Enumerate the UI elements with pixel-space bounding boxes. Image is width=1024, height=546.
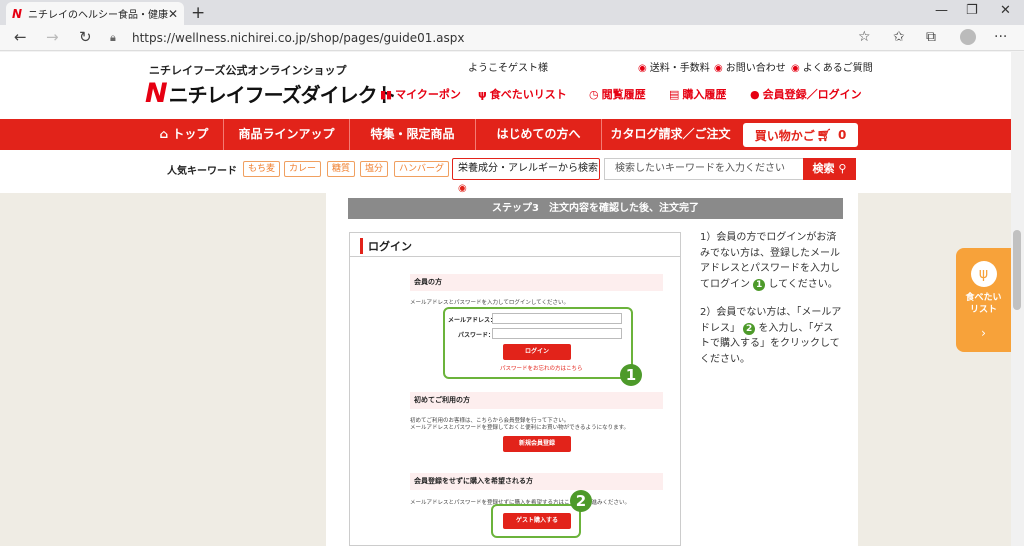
allergy-search-link[interactable]: 栄養成分・アレルギーから検索 ◉ xyxy=(452,158,600,194)
email-field[interactable] xyxy=(492,313,622,324)
favicon-icon: N xyxy=(12,6,23,21)
wishlist-side-button[interactable]: ψ 食べたい リスト › xyxy=(956,248,1011,352)
collections-icon[interactable]: ⧉ xyxy=(926,29,936,45)
nav-catalog-order[interactable]: カタログ請求／ご注文 xyxy=(601,119,739,150)
divider xyxy=(350,256,680,257)
cart-button[interactable]: 買い物かご 🛒︎ 0 xyxy=(743,123,858,147)
cart-count: 0 xyxy=(837,128,847,142)
minimize-icon[interactable]: — xyxy=(935,3,948,18)
logo-mark: N xyxy=(145,78,168,109)
shipping-link[interactable]: ◉ 送料・手数料 xyxy=(638,59,710,74)
profile-avatar-icon[interactable] xyxy=(960,29,976,45)
chevron-right-icon: › xyxy=(981,326,986,340)
forgot-password-link[interactable]: パスワードをお忘れの方はこちら xyxy=(500,364,583,372)
badge-1: 1 xyxy=(620,364,642,386)
nav-special-features[interactable]: 特集・限定商品 xyxy=(349,119,475,150)
nav-first-time[interactable]: はじめての方へ xyxy=(475,119,601,150)
search-icon: ⚲ xyxy=(834,162,847,175)
instruction-2: 2）会員でない方は、「メールアドレス」 2 を入力し、「ゲストで購入する」をクリ… xyxy=(700,307,842,365)
mini-badge-2: 2 xyxy=(743,322,756,335)
browser-tab[interactable]: N ニチレイのヘルシー食品・健康管理食 ✕ xyxy=(6,2,184,25)
person-icon: ● xyxy=(750,88,760,101)
refresh-icon[interactable]: ↻ xyxy=(79,28,92,46)
mini-badge-1: 1 xyxy=(753,278,766,291)
guest-purchase-button[interactable]: ゲスト購入する xyxy=(503,513,571,529)
popular-keywords-label: 人気キーワード xyxy=(167,166,237,177)
keyword-tag[interactable]: もち麦 xyxy=(243,161,281,177)
new-tab-icon[interactable]: + xyxy=(191,3,205,23)
home-icon: ⌂ xyxy=(159,127,173,141)
favorite-star-icon[interactable]: ☆ xyxy=(858,29,871,45)
register-button[interactable]: 新規会員登録 xyxy=(503,436,571,452)
maximize-icon[interactable]: ❐ xyxy=(966,3,978,18)
favorites-icon[interactable]: ✩ xyxy=(893,29,905,45)
first-time-desc-2: メールアドレスとパスワードを登録しておくと便利にお買い物ができるようになります。 xyxy=(410,425,630,431)
more-menu-icon[interactable]: ··· xyxy=(994,29,1007,45)
cart-icon: 🛒︎ xyxy=(816,128,832,142)
coupon-icon: ▮▮ xyxy=(380,88,393,101)
guest-heading: 会員登録をせずに購入を希望される方 xyxy=(410,473,663,490)
close-tab-icon[interactable]: ✕ xyxy=(168,7,178,21)
fork-knife-icon: ψ xyxy=(970,261,997,287)
member-desc: メールアドレスとパスワードを入力してログインしてください。 xyxy=(410,300,570,306)
keyword-tag[interactable]: カレー xyxy=(284,161,322,177)
document-icon: ▤ xyxy=(669,88,680,101)
logo-text: ニチレイフーズダイレクト xyxy=(168,83,397,107)
clock-icon: ◷ xyxy=(589,88,599,101)
faq-link[interactable]: ◉ よくあるご質問 xyxy=(791,59,873,74)
member-heading: 会員の方 xyxy=(410,274,663,291)
password-label: パスワード： xyxy=(458,332,495,339)
login-button[interactable]: ログイン xyxy=(503,344,571,360)
browsing-history-link[interactable]: ◷ 閲覧履歴 xyxy=(589,86,646,102)
contact-link[interactable]: ◉ お問い合わせ xyxy=(714,59,786,74)
url-field[interactable]: 🔒︎ https://wellness.nichirei.co.jp/shop/… xyxy=(110,28,880,48)
login-title: ログイン xyxy=(360,238,412,254)
register-login-link[interactable]: ● 会員登録／ログイン xyxy=(750,86,862,102)
keyword-tag[interactable]: 塩分 xyxy=(360,161,389,177)
close-window-icon[interactable]: ✕ xyxy=(1000,3,1011,18)
my-coupon-link[interactable]: ▮▮ マイクーポン xyxy=(380,86,461,102)
fork-icon: ψ xyxy=(478,88,487,101)
url-text: https://wellness.nichirei.co.jp/shop/pag… xyxy=(132,31,465,45)
tab-title: ニチレイのヘルシー食品・健康管理食 xyxy=(28,10,168,21)
forward-icon[interactable]: → xyxy=(46,28,59,46)
back-icon[interactable]: ← xyxy=(14,28,27,46)
email-label: メールアドレス： xyxy=(448,317,497,324)
purchase-history-link[interactable]: ▤ 購入履歴 xyxy=(669,86,726,102)
wishlist-link[interactable]: ψ 食べたいリスト xyxy=(478,86,567,102)
password-field[interactable] xyxy=(492,328,622,339)
search-button[interactable]: 検索 ⚲ xyxy=(803,158,856,180)
step-title: ステップ3 注文内容を確認した後、注文完了 xyxy=(348,198,843,219)
badge-2: 2 xyxy=(570,490,592,512)
lock-icon: 🔒︎ xyxy=(110,31,116,44)
welcome-text: ようこそゲスト様 xyxy=(468,63,548,74)
nav-product-lineup[interactable]: 商品ラインアップ xyxy=(223,119,349,150)
keyword-tag[interactable]: 糖質 xyxy=(327,161,356,177)
first-time-heading: 初めてご利用の方 xyxy=(410,392,663,409)
scrollbar-thumb[interactable] xyxy=(1013,230,1021,310)
nav-top[interactable]: ⌂ トップ xyxy=(145,119,223,150)
keyword-tag[interactable]: ハンバーグ xyxy=(394,161,450,177)
site-logo[interactable]: N ニチレイフーズダイレクト xyxy=(145,78,397,109)
shop-subtitle: ニチレイフーズ公式オンラインショップ xyxy=(149,64,347,77)
instruction-1: 1）会員の方でログインがお済みでない方は、登録したメールアドレスとパスワードを入… xyxy=(700,232,840,291)
search-input[interactable]: 検索したいキーワードを入力ください xyxy=(604,158,804,180)
